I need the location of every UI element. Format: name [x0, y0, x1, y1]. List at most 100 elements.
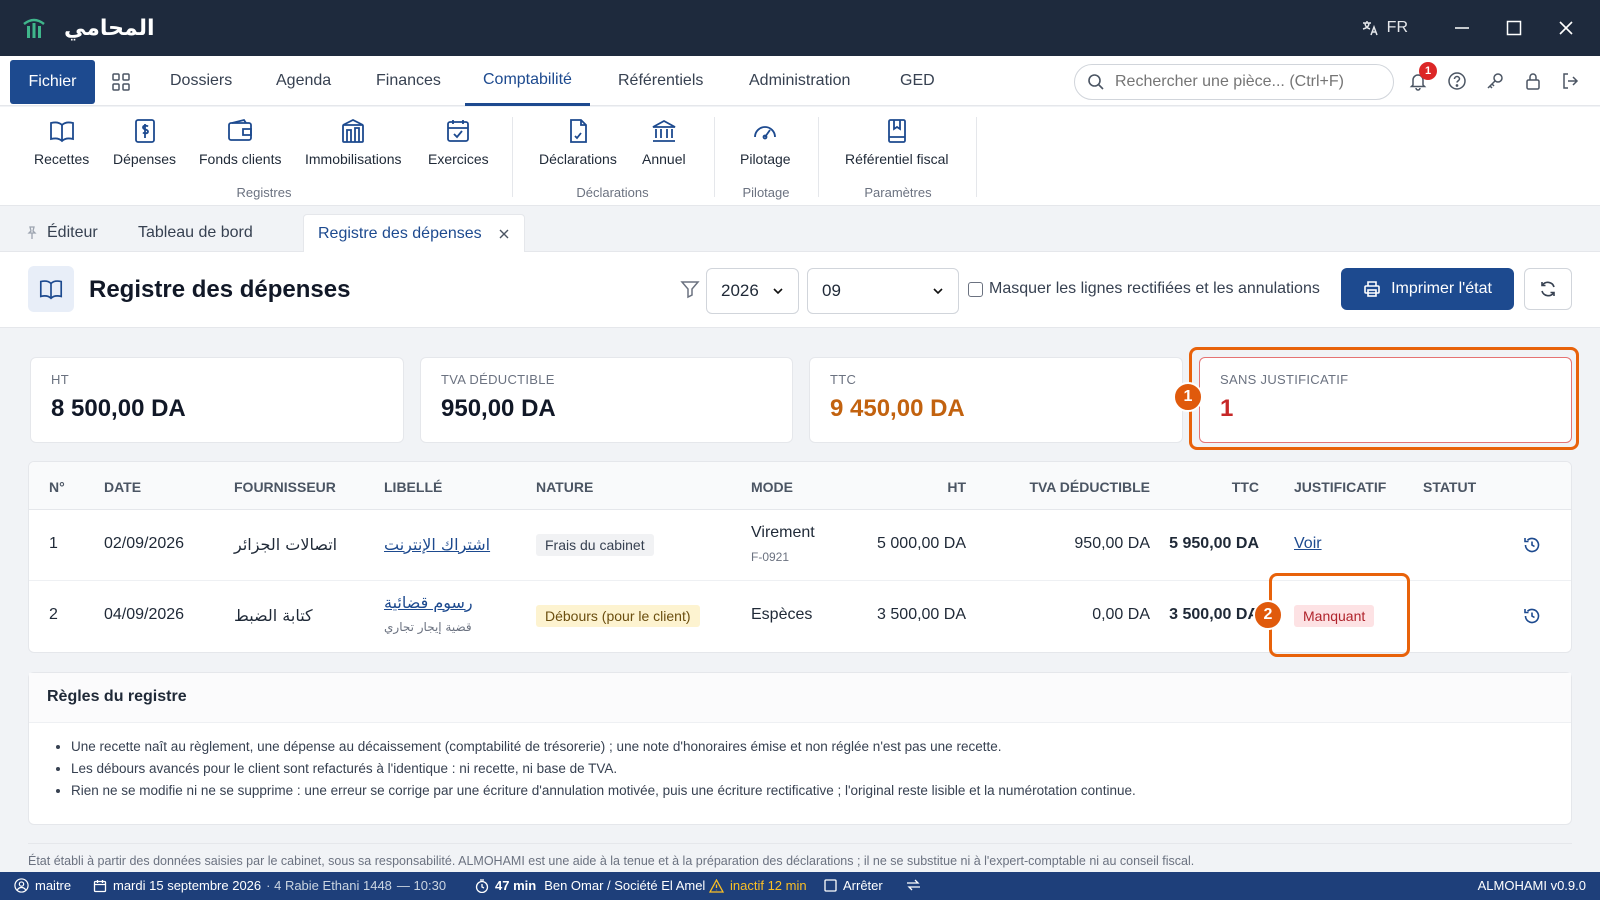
table-row[interactable]: 1 02/09/2026 اتصالات الجزائر اشتراك الإن…	[29, 510, 1571, 581]
ribbon-label: Exercices	[428, 151, 489, 167]
kpi-value: 8 500,00 DA	[51, 395, 186, 422]
tab-tableau-de-bord[interactable]: Tableau de bord	[138, 214, 253, 252]
table-header: N° DATE FOURNISSEUR LIBELLÉ NATURE MODE …	[29, 462, 1571, 510]
ribbon-label: Référentiel fiscal	[845, 151, 949, 167]
hide-rectified-checkbox[interactable]	[968, 281, 983, 297]
col-fournisseur: FOURNISSEUR	[234, 479, 336, 495]
ribbon-immobilisations[interactable]: Immobilisations	[305, 117, 401, 167]
year-select[interactable]: 2026	[706, 268, 799, 314]
callout-marker-1: 1	[1173, 382, 1203, 412]
app-version: ALMOHAMI v0.9.0	[1477, 878, 1586, 893]
ribbon: Recettes Dépenses Fonds clients Immobili…	[0, 107, 1600, 206]
callout-marker-2: 2	[1253, 600, 1283, 630]
page-title: Registre des dépenses	[89, 276, 351, 303]
col-ht: HT	[947, 479, 966, 495]
ribbon-label: Annuel	[642, 151, 686, 167]
kpi-value: 9 450,00 DA	[830, 395, 965, 422]
search-input[interactable]	[1115, 73, 1375, 91]
kpi-label: TTC	[830, 372, 857, 387]
minimize-button[interactable]	[1436, 0, 1488, 56]
cell-num: 2	[49, 606, 58, 623]
language-switch[interactable]: FR	[1361, 19, 1408, 37]
menu-ged[interactable]: GED	[900, 56, 935, 106]
close-tab-icon[interactable]	[498, 228, 510, 240]
cell-ttc: 5 950,00 DA	[1169, 535, 1259, 552]
building-icon	[342, 118, 365, 143]
menu-finances[interactable]: Finances	[376, 56, 441, 106]
printer-icon	[1364, 281, 1380, 297]
menu-dossiers[interactable]: Dossiers	[170, 56, 232, 106]
status-date: mardi 15 septembre 2026 · 4 Rabie Ethani…	[93, 878, 446, 893]
stop-icon	[824, 879, 837, 892]
ribbon-exercices[interactable]: Exercices	[428, 117, 489, 167]
print-button[interactable]: Imprimer l'état	[1341, 268, 1514, 310]
status-user: maitre	[14, 878, 71, 893]
filter-icon	[680, 281, 700, 299]
hide-rectified-toggle[interactable]: Masquer les lignes rectifiées et les ann…	[968, 280, 1320, 298]
bookmark-book-icon	[887, 119, 906, 143]
highlight-box-1	[1189, 347, 1579, 450]
col-justificatif: JUSTIFICATIF	[1294, 479, 1387, 495]
cell-label-sub: قضية إيجار تجاري	[384, 620, 472, 634]
cell-date: 02/09/2026	[104, 535, 185, 552]
page-icon	[28, 266, 74, 312]
menu-referentiels[interactable]: Référentiels	[618, 56, 703, 106]
stop-timer-button[interactable]: Arrêter	[824, 878, 883, 893]
help-icon[interactable]	[1447, 71, 1467, 91]
cell-tva: 0,00 DA	[1092, 606, 1150, 623]
ribbon-separator	[818, 117, 819, 197]
maximize-button[interactable]	[1488, 0, 1540, 56]
ribbon-declarations[interactable]: Déclarations	[539, 117, 617, 167]
kpi-label: HT	[51, 372, 69, 387]
ribbon-pilotage[interactable]: Pilotage	[740, 117, 791, 167]
apps-grid-icon[interactable]	[111, 72, 131, 92]
title-bar: المحامي FR	[0, 0, 1600, 56]
kpi-label: TVA DÉDUCTIBLE	[441, 372, 555, 387]
menu-comptabilite[interactable]: Comptabilité	[465, 56, 590, 106]
ribbon-label: Déclarations	[539, 151, 617, 167]
history-icon[interactable]	[1523, 607, 1541, 625]
status-time: — 10:30	[396, 878, 447, 893]
rules-title: Règles du registre	[29, 673, 1571, 723]
cell-tva: 950,00 DA	[1074, 535, 1150, 552]
col-mode: MODE	[751, 479, 793, 495]
refresh-button[interactable]	[1524, 268, 1572, 310]
lock-icon[interactable]	[1523, 71, 1543, 91]
rule-item: Les débours avancés pour le client sont …	[71, 761, 1571, 776]
month-select[interactable]: 09	[807, 268, 959, 314]
group-declarations: Déclarations	[576, 185, 649, 200]
warning-icon	[709, 878, 724, 893]
status-hijri: · 4 Rabie Ethani 1448	[266, 878, 392, 893]
tab-registre-depenses[interactable]: Registre des dépenses	[303, 214, 525, 252]
key-icon[interactable]	[1485, 71, 1505, 91]
cell-label-link[interactable]: اشتراك الإنترنت	[384, 535, 490, 554]
rules-list: Une recette naît au règlement, une dépen…	[29, 723, 1571, 798]
wallet-icon	[228, 118, 253, 141]
ribbon-label: Pilotage	[740, 151, 791, 167]
group-pilotage: Pilotage	[742, 185, 790, 200]
status-inactive-text: inactif 12 min	[730, 878, 807, 893]
menu-fichier[interactable]: Fichier	[10, 60, 95, 104]
status-timer-value: 47 min	[495, 878, 537, 893]
col-libelle: LIBELLÉ	[384, 479, 443, 495]
history-icon[interactable]	[1523, 536, 1541, 554]
ribbon-recettes[interactable]: Recettes	[34, 117, 89, 167]
ribbon-annuel[interactable]: Annuel	[642, 117, 686, 167]
search-box[interactable]	[1074, 64, 1394, 100]
sync-button[interactable]	[906, 878, 927, 892]
menu-agenda[interactable]: Agenda	[276, 56, 331, 106]
close-button[interactable]	[1540, 0, 1592, 56]
ribbon-depenses[interactable]: Dépenses	[113, 117, 176, 167]
menu-administration[interactable]: Administration	[749, 56, 850, 106]
ribbon-fonds-clients[interactable]: Fonds clients	[199, 117, 281, 167]
stop-label: Arrêter	[843, 878, 883, 893]
cell-supplier: اتصالات الجزائر	[234, 535, 338, 554]
ribbon-referentiel-fiscal[interactable]: Référentiel fiscal	[845, 117, 949, 167]
cell-ttc: 3 500,00 DA	[1169, 606, 1259, 623]
view-justificatif-link[interactable]: Voir	[1294, 535, 1322, 553]
logout-icon[interactable]	[1560, 71, 1580, 91]
ribbon-label: Immobilisations	[305, 151, 402, 167]
hide-rectified-label: Masquer les lignes rectifiées et les ann…	[989, 280, 1320, 297]
cell-label-link[interactable]: رسوم قضائية	[384, 593, 473, 612]
tab-editeur[interactable]: Éditeur	[25, 214, 98, 252]
